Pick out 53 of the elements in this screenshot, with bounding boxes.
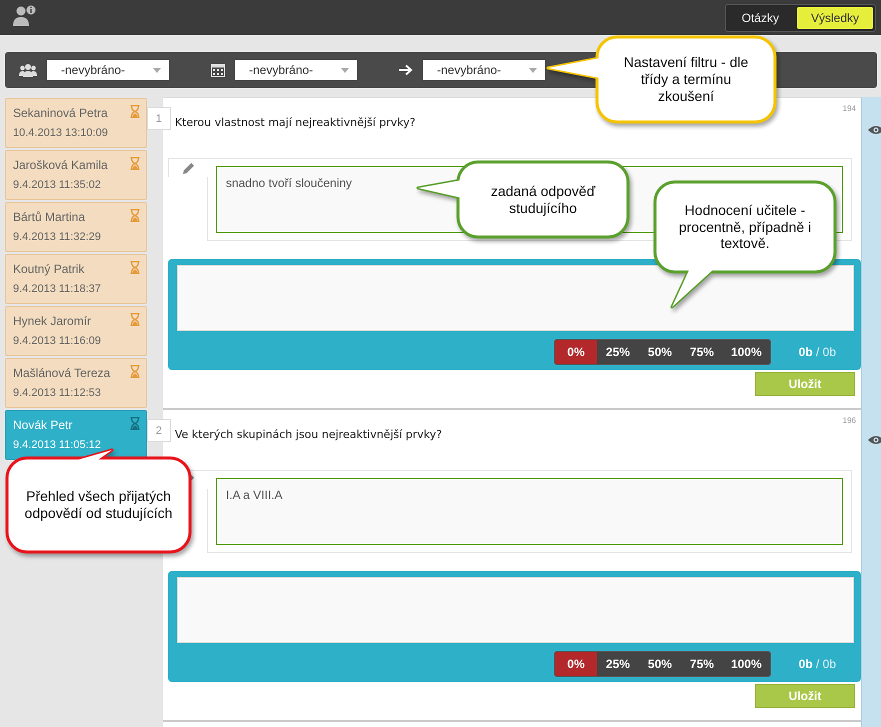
calendar-icon [211, 63, 225, 77]
grade-button[interactable]: 75% [680, 340, 723, 364]
grade-button[interactable]: 50% [638, 652, 681, 676]
grade-button[interactable]: 100% [722, 340, 770, 364]
score-text: 0b / 0b [798, 345, 836, 359]
grade-button[interactable]: 0% [554, 340, 597, 364]
filter-dropdown[interactable]: -nevybráno- [47, 60, 169, 80]
callout-text: Přehled všech přijatých odpovědí od studujících [24, 488, 174, 522]
comment-field[interactable] [176, 577, 854, 643]
grade-button[interactable]: 100% [722, 652, 770, 676]
grade-button[interactable]: 0% [554, 652, 597, 676]
grade-button[interactable]: 25% [596, 652, 639, 676]
hourglass-icon [130, 417, 140, 430]
hourglass-icon [130, 157, 140, 170]
question-text: Ve kterých skupinách jsou nejreaktivnější prvky? [174, 428, 442, 441]
user-info-icon [12, 4, 36, 26]
hourglass-icon [130, 105, 140, 118]
hourglass-icon [130, 365, 140, 378]
view-tab[interactable]: Otázky [728, 6, 793, 28]
question-id: 194 [842, 104, 856, 113]
filter-dropdown[interactable]: -nevybráno- [235, 60, 357, 80]
eye-icon[interactable] [868, 125, 881, 135]
student-item[interactable]: Sekaninová Petra 10.4.2013 13:10:09 [5, 98, 147, 148]
question-text: Kterou vlastnost mají nejreaktivnější prvky? [174, 116, 416, 129]
grade-button[interactable]: 75% [680, 652, 723, 676]
question-id: 196 [842, 416, 856, 425]
callout-text: Nastavení filtru - dle třídy a termínu zkoušení [622, 54, 750, 105]
question-number: 2 [146, 419, 171, 442]
group-icon [19, 63, 37, 77]
student-item[interactable]: Hynek Jaromír 9.4.2013 11:16:09 [5, 306, 147, 356]
eye-icon[interactable] [868, 435, 881, 445]
hourglass-icon [130, 261, 140, 274]
view-tab[interactable]: Výsledky [796, 6, 873, 28]
callout-text: zadaná odpověď studujícího [490, 182, 596, 216]
caret-icon [153, 68, 161, 72]
question-number: 1 [146, 107, 171, 130]
hourglass-icon [130, 209, 140, 222]
arrow-right-icon [399, 64, 413, 76]
comment-field[interactable] [176, 265, 854, 331]
caret-icon [529, 68, 537, 72]
student-item[interactable]: Koutný Patrik 9.4.2013 11:18:37 [5, 254, 147, 304]
hourglass-icon [130, 313, 140, 326]
pencil-icon [182, 162, 196, 174]
grade-button[interactable]: 50% [638, 340, 681, 364]
grade-button[interactable]: 25% [596, 340, 639, 364]
score-text: 0b / 0b [798, 657, 836, 671]
student-item[interactable]: Jarošková Kamila 9.4.2013 11:35:02 [5, 150, 147, 200]
caret-icon [341, 68, 349, 72]
filter-dropdown[interactable]: -nevybráno- [423, 60, 545, 80]
student-item[interactable]: Mašlánová Tereza 9.4.2013 11:12:53 [5, 358, 147, 408]
callout-text: Hodnocení učitele - procentně, případně i textově. [678, 202, 812, 252]
student-answer: I.A a VIII.A [216, 478, 844, 545]
student-item[interactable]: Bártů Martina 9.4.2013 11:32:29 [5, 202, 147, 252]
